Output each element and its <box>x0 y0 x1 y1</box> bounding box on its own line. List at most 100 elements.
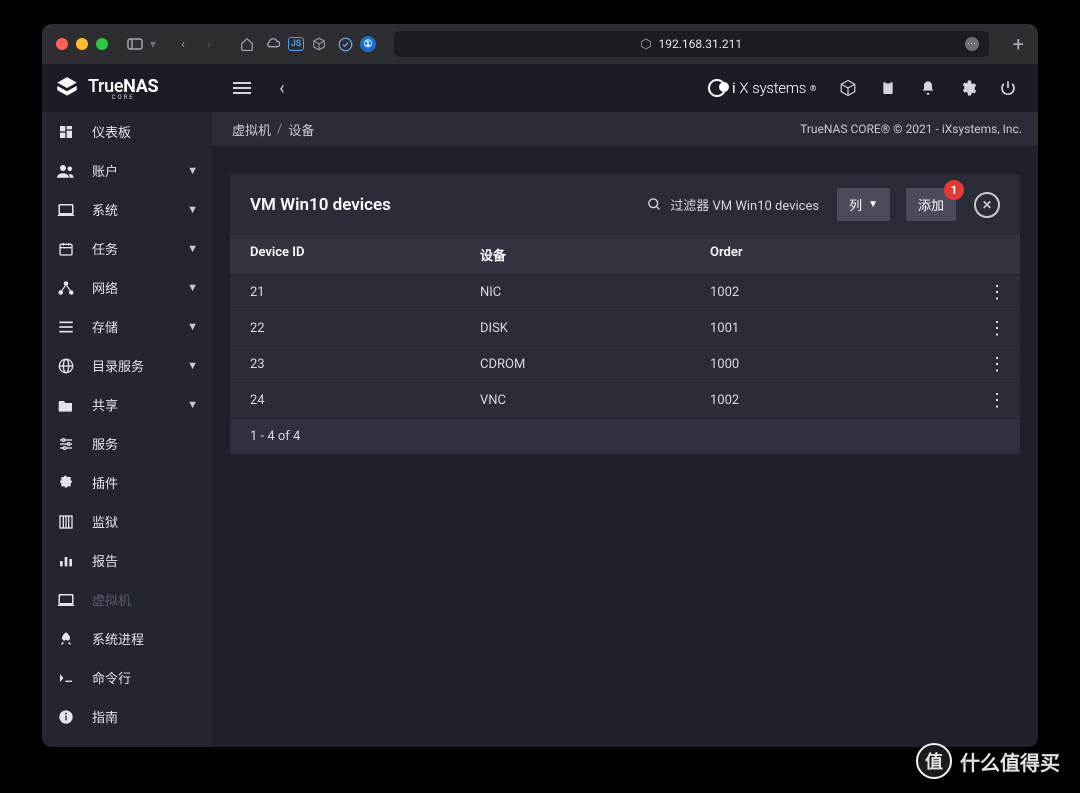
sidebar-item-11[interactable]: 报告 <box>42 541 212 580</box>
network-icon <box>56 278 76 298</box>
folder-icon <box>56 395 76 415</box>
globe-icon <box>56 356 76 376</box>
laptop-icon <box>56 590 76 610</box>
cell-device: VNC <box>480 393 710 408</box>
sidebar-item-12[interactable]: 虚拟机 <box>42 580 212 619</box>
tab-group: ▾ <box>124 33 156 55</box>
sidebar-item-6[interactable]: 目录服务▼ <box>42 346 212 385</box>
sidebar-item-3[interactable]: 任务▼ <box>42 229 212 268</box>
table-row[interactable]: 21NIC1002⋮ <box>230 274 1020 310</box>
sidebar-item-4[interactable]: 网络▼ <box>42 268 212 307</box>
sidebar-item-label: 指南 <box>92 707 118 726</box>
sidebar-item-13[interactable]: 系统进程 <box>42 619 212 658</box>
cell-order: 1000 <box>710 357 1000 372</box>
sidebar-item-8[interactable]: 服务 <box>42 424 212 463</box>
tune-icon <box>56 434 76 454</box>
check-circle-icon[interactable] <box>334 33 356 55</box>
add-button[interactable]: 添加 1 <box>906 188 956 221</box>
cell-device-id: 22 <box>250 321 480 336</box>
minimize-window-button[interactable] <box>76 38 88 50</box>
info-icon <box>56 707 76 727</box>
sidebar-item-14[interactable]: 命令行 <box>42 658 212 697</box>
menu-toggle-button[interactable] <box>224 70 260 106</box>
nav-forward-button[interactable]: › <box>198 33 220 55</box>
cell-device: DISK <box>480 321 710 336</box>
js-badge-icon[interactable]: JS <box>288 37 304 51</box>
back-button[interactable]: ‹ <box>264 70 300 106</box>
sidebar-item-label: 报告 <box>92 551 118 570</box>
watermark-text: 什么值得买 <box>960 747 1060 776</box>
maximize-window-button[interactable] <box>96 38 108 50</box>
chevron-down-icon: ▼ <box>187 398 198 411</box>
table-row[interactable]: 24VNC1002⋮ <box>230 382 1020 418</box>
home-icon[interactable] <box>236 33 258 55</box>
breadcrumb-bar: 虚拟机 / 设备 TrueNAS CORE® © 2021 - iXsystem… <box>212 112 1038 146</box>
sidebar-item-10[interactable]: 监狱 <box>42 502 212 541</box>
sidebar-item-7[interactable]: 共享▼ <box>42 385 212 424</box>
chevron-down-icon: ▼ <box>187 281 198 294</box>
rocket-icon <box>56 629 76 649</box>
columns-button[interactable]: 列 ▼ <box>837 188 890 221</box>
table-footer: 1 - 4 of 4 <box>230 418 1020 454</box>
row-more-icon[interactable]: ⋮ <box>988 318 1006 339</box>
cell-device-id: 21 <box>250 285 480 300</box>
close-window-button[interactable] <box>56 38 68 50</box>
table-body: 21NIC1002⋮22DISK1001⋮23CDROM1000⋮24VNC10… <box>230 274 1020 418</box>
sidebar-item-label: 账户 <box>92 161 118 180</box>
truenas-logo-icon <box>54 75 80 101</box>
sidebar-item-9[interactable]: 插件 <box>42 463 212 502</box>
traffic-lights <box>56 38 108 50</box>
url-text: 192.168.31.211 <box>658 37 742 51</box>
reader-icon[interactable]: ⋯ <box>965 37 979 51</box>
cube-icon[interactable] <box>308 33 330 55</box>
sidebar-item-2[interactable]: 系统▼ <box>42 190 212 229</box>
ixsystems-logo[interactable]: iXsystems® <box>708 79 816 97</box>
col-order[interactable]: Order <box>710 245 1000 264</box>
dashboard-icon <box>56 122 76 142</box>
cube-small-icon <box>640 38 652 50</box>
sidebar-item-label: 系统进程 <box>92 629 144 648</box>
close-icon[interactable]: ✕ <box>974 192 1000 218</box>
sidebar-item-15[interactable]: 指南 <box>42 697 212 736</box>
sidebar-toggle-icon[interactable] <box>124 33 146 55</box>
nav-back-button[interactable]: ‹ <box>172 33 194 55</box>
puzzle-icon <box>56 473 76 493</box>
cell-device: NIC <box>480 285 710 300</box>
add-badge: 1 <box>944 180 964 200</box>
sidebar-item-label: 服务 <box>92 434 118 453</box>
row-more-icon[interactable]: ⋮ <box>988 390 1006 411</box>
sidebar-item-0[interactable]: 仪表板 <box>42 112 212 151</box>
onepassword-icon[interactable]: ① <box>360 36 376 52</box>
breadcrumb-vm[interactable]: 虚拟机 <box>232 120 271 139</box>
power-icon[interactable] <box>990 70 1026 106</box>
logo[interactable]: TrueNAS CORE <box>42 64 212 112</box>
cell-device-id: 24 <box>250 393 480 408</box>
breadcrumb-separator: / <box>277 122 282 137</box>
row-more-icon[interactable]: ⋮ <box>988 354 1006 375</box>
col-device-id[interactable]: Device ID <box>250 245 480 264</box>
sidebar-item-5[interactable]: 存储 ▼ <box>42 307 212 346</box>
cloud-icon[interactable] <box>262 33 284 55</box>
filter-search[interactable]: 过滤器 VM Win10 devices <box>647 195 819 214</box>
notifications-icon[interactable] <box>910 70 946 106</box>
sidebar-item-label: 仪表板 <box>92 122 131 141</box>
row-more-icon[interactable]: ⋮ <box>988 282 1006 303</box>
app-window: ▾ ‹ › JS ① 192.168.31.211 ⋯ + TrueNAS <box>42 24 1038 747</box>
clipboard-icon[interactable] <box>870 70 906 106</box>
table-row[interactable]: 22DISK1001⋮ <box>230 310 1020 346</box>
sidebar-item-label: 存储 <box>92 317 118 336</box>
sidebar-item-1[interactable]: 账户 ▼ <box>42 151 212 190</box>
chevron-down-icon: ▼ <box>187 320 198 333</box>
watermark-icon: 值 <box>916 743 952 779</box>
cell-device: CDROM <box>480 357 710 372</box>
list-icon <box>56 317 76 337</box>
sidebar-item-label: 任务 <box>92 239 118 258</box>
url-bar[interactable]: 192.168.31.211 ⋯ <box>394 31 989 57</box>
chevron-down-icon: ▼ <box>187 164 198 177</box>
col-device[interactable]: 设备 <box>480 245 710 264</box>
new-tab-button[interactable]: + <box>1013 32 1024 56</box>
cube3d-icon[interactable] <box>830 70 866 106</box>
table-row[interactable]: 23CDROM1000⋮ <box>230 346 1020 382</box>
filter-label: 过滤器 VM Win10 devices <box>670 195 819 214</box>
settings-icon[interactable] <box>950 70 986 106</box>
